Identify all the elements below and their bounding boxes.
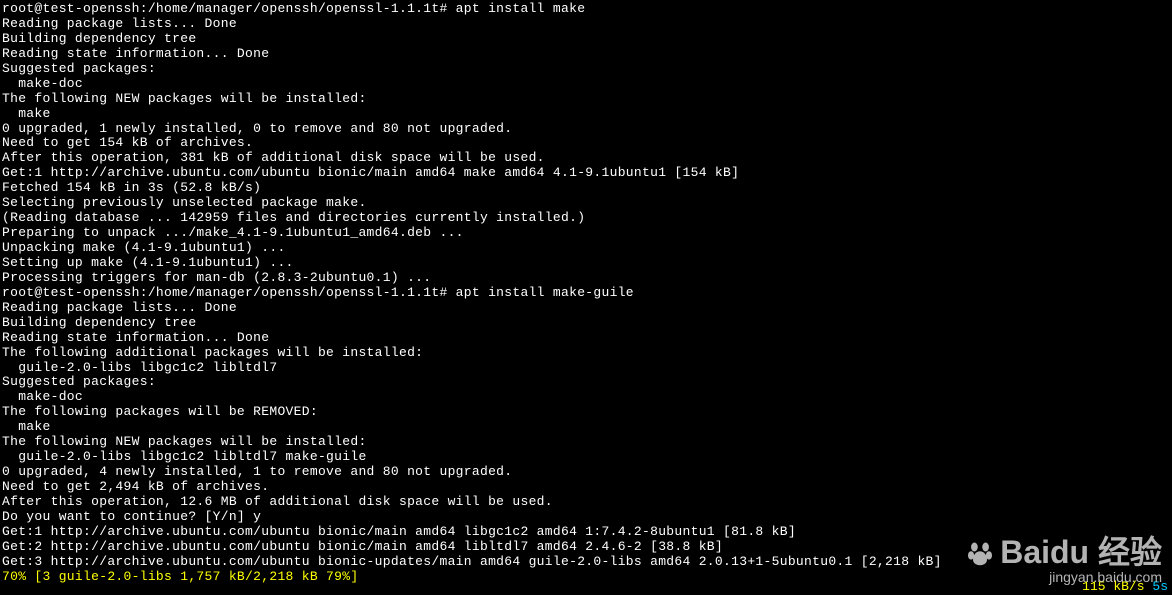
terminal-line: Get:2 http://archive.ubuntu.com/ubuntu b… [2, 540, 1172, 555]
terminal-line: 0 upgraded, 1 newly installed, 0 to remo… [2, 122, 1172, 137]
terminal-line: make-doc [2, 390, 1172, 405]
terminal-line: guile-2.0-libs libgc1c2 libltdl7 make-gu… [2, 450, 1172, 465]
terminal-line: Selecting previously unselected package … [2, 196, 1172, 211]
terminal-line: After this operation, 381 kB of addition… [2, 151, 1172, 166]
terminal-line: Get:1 http://archive.ubuntu.com/ubuntu b… [2, 166, 1172, 181]
terminal-line: Suggested packages: [2, 375, 1172, 390]
terminal-line: root@test-openssh:/home/manager/openssh/… [2, 286, 1172, 301]
terminal-line: Reading package lists... Done [2, 17, 1172, 32]
terminal-line: Reading state information... Done [2, 47, 1172, 62]
terminal-line: make-doc [2, 77, 1172, 92]
download-progress-line: 70% [3 guile-2.0-libs 1,757 kB/2,218 kB … [2, 570, 1172, 585]
terminal-line: Fetched 154 kB in 3s (52.8 kB/s) [2, 181, 1172, 196]
terminal-line: Reading package lists... Done [2, 301, 1172, 316]
terminal-output[interactable]: root@test-openssh:/home/manager/openssh/… [2, 2, 1172, 585]
terminal-line: The following NEW packages will be insta… [2, 435, 1172, 450]
terminal-line: Do you want to continue? [Y/n] y [2, 510, 1172, 525]
terminal-line: make [2, 107, 1172, 122]
terminal-line: Processing triggers for man-db (2.8.3-2u… [2, 271, 1172, 286]
terminal-line: After this operation, 12.6 MB of additio… [2, 495, 1172, 510]
terminal-line: Preparing to unpack .../make_4.1-9.1ubun… [2, 226, 1172, 241]
terminal-line: Get:1 http://archive.ubuntu.com/ubuntu b… [2, 525, 1172, 540]
terminal-line: Reading state information... Done [2, 331, 1172, 346]
terminal-line: Unpacking make (4.1-9.1ubuntu1) ... [2, 241, 1172, 256]
terminal-line: Need to get 154 kB of archives. [2, 136, 1172, 151]
terminal-line: Need to get 2,494 kB of archives. [2, 480, 1172, 495]
terminal-line: (Reading database ... 142959 files and d… [2, 211, 1172, 226]
terminal-line: Get:3 http://archive.ubuntu.com/ubuntu b… [2, 555, 1172, 570]
terminal-line: The following packages will be REMOVED: [2, 405, 1172, 420]
terminal-line: make [2, 420, 1172, 435]
terminal-line: The following additional packages will b… [2, 346, 1172, 361]
terminal-line: Building dependency tree [2, 32, 1172, 47]
terminal-line: The following NEW packages will be insta… [2, 92, 1172, 107]
terminal-line: Suggested packages: [2, 62, 1172, 77]
terminal-line: Setting up make (4.1-9.1ubuntu1) ... [2, 256, 1172, 271]
terminal-line: root@test-openssh:/home/manager/openssh/… [2, 2, 1172, 17]
download-speed: 115 kB/s [1082, 579, 1144, 594]
terminal-line: Building dependency tree [2, 316, 1172, 331]
download-eta: 5s [1152, 579, 1168, 594]
terminal-line: 0 upgraded, 4 newly installed, 1 to remo… [2, 465, 1172, 480]
download-speed-indicator: 115 kB/s 5s [1082, 580, 1168, 595]
terminal-line: guile-2.0-libs libgc1c2 libltdl7 [2, 361, 1172, 376]
